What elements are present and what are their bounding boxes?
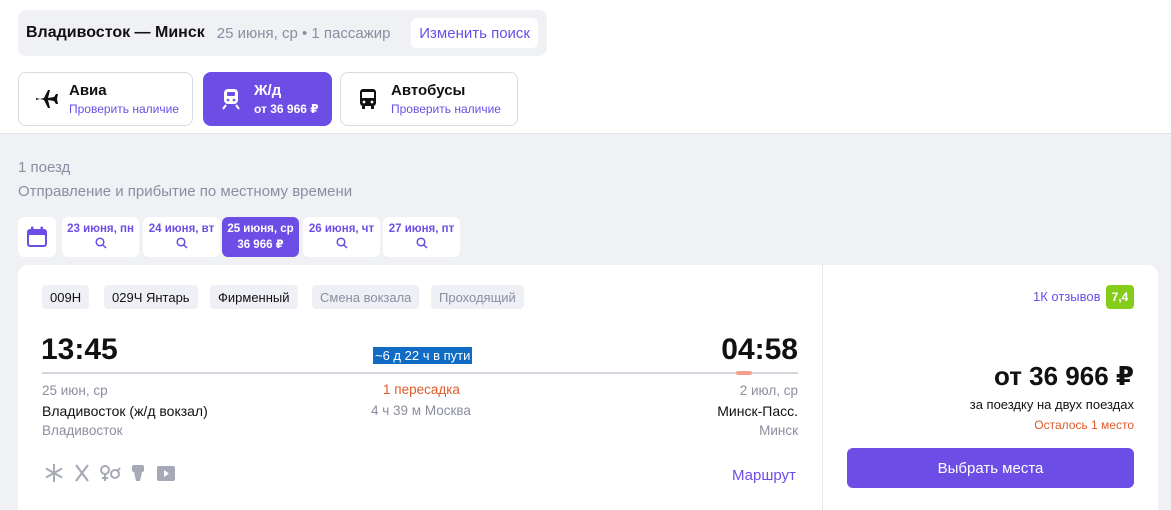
select-seats-button[interactable]: Выбрать места <box>847 448 1134 488</box>
departure-time: 13:45 <box>41 333 118 366</box>
transfer-marker <box>736 371 752 375</box>
train-name-tag: 029Ч Янтарь <box>104 285 198 309</box>
rating-badge: 7,4 <box>1106 285 1134 309</box>
bus-icon <box>355 86 381 112</box>
date-option[interactable]: 24 июня, вт <box>143 217 220 257</box>
seats-left: Осталось 1 место <box>1034 418 1134 432</box>
restaurant-icon <box>70 463 94 483</box>
route-link[interactable]: Маршрут <box>732 467 796 484</box>
station-change-tag: Смена вокзала <box>312 285 420 309</box>
date-label: 24 июня, вт <box>148 223 215 235</box>
search-meta: 25 июня, ср • 1 пассажир <box>216 24 391 42</box>
mode-title: Автобусы <box>391 82 466 99</box>
travel-duration: ~6 д 22 ч в пути <box>373 347 473 364</box>
change-search-button[interactable]: Изменить поиск <box>411 18 538 48</box>
train-number-tag: 009Н <box>42 285 90 309</box>
timezone-note: Отправление и прибытие по местному време… <box>18 183 353 200</box>
route-title: Владивосток — Минск <box>26 24 205 41</box>
date-option-selected[interactable]: 25 июня, ср 36 966 ₽ <box>222 217 299 257</box>
date-label: 25 июня, ср <box>227 223 294 235</box>
mode-title: Ж/д <box>254 82 282 99</box>
mode-sub: от 36 966 ₽ <box>254 102 319 116</box>
date-price: 36 966 ₽ <box>237 239 284 251</box>
mode-tab-avia[interactable]: Авиа Проверить наличие <box>18 72 193 126</box>
mode-tab-bus[interactable]: Автобусы Проверить наличие <box>340 72 518 126</box>
passing-tag: Проходящий <box>431 285 524 309</box>
train-icon <box>218 86 244 112</box>
toilet-icon <box>126 463 150 483</box>
arrival-date: 2 июл, ср <box>739 383 798 398</box>
mode-title: Авиа <box>69 82 107 99</box>
search-icon <box>335 237 348 249</box>
arrival-station: Минск-Пасс. <box>717 403 798 419</box>
card-divider <box>822 265 823 510</box>
transfer-count: 1 пересадка <box>383 382 460 397</box>
results-count: 1 поезд <box>18 159 71 176</box>
arrival-city: Минск <box>759 423 798 438</box>
departure-city: Владивосток <box>42 423 123 438</box>
date-label: 27 июня, пт <box>388 223 455 235</box>
train-card: 009Н 029Ч Янтарь Фирменный Смена вокзала… <box>18 265 1158 510</box>
date-option[interactable]: 27 июня, пт <box>383 217 460 257</box>
date-label: 23 июня, пн <box>67 223 134 235</box>
gender-icon <box>98 463 122 483</box>
mode-sub: Проверить наличие <box>391 102 501 116</box>
departure-station: Владивосток (ж/д вокзал) <box>42 403 208 419</box>
date-label: 26 июня, чт <box>308 223 375 235</box>
search-icon <box>175 237 188 249</box>
search-icon <box>415 237 428 249</box>
price: от 36 966 ₽ <box>993 361 1134 391</box>
price-note: за поездку на двух поездах <box>969 397 1134 412</box>
calendar-icon <box>27 226 47 247</box>
search-icon <box>94 237 107 249</box>
route-line <box>42 372 798 374</box>
reviews-link[interactable]: 1К отзывов <box>1033 289 1101 304</box>
airplane-icon <box>33 86 59 112</box>
amenities <box>42 463 178 483</box>
transfer-info: 4 ч 39 м Москва <box>371 403 471 418</box>
date-option[interactable]: 23 июня, пн <box>62 217 139 257</box>
arrival-time: 04:58 <box>721 333 798 366</box>
snowflake-icon <box>42 463 66 483</box>
mode-sub: Проверить наличие <box>69 102 179 116</box>
branded-tag: Фирменный <box>210 285 298 309</box>
mode-tab-train[interactable]: Ж/д от 36 966 ₽ <box>203 72 332 126</box>
top-panel: Владивосток — Минск 25 июня, ср • 1 пасс… <box>0 0 1171 134</box>
media-icon <box>154 463 178 483</box>
calendar-button[interactable] <box>18 217 56 257</box>
search-summary: Владивосток — Минск 25 июня, ср • 1 пасс… <box>18 10 547 56</box>
departure-date: 25 июн, ср <box>42 383 108 398</box>
date-option[interactable]: 26 июня, чт <box>303 217 380 257</box>
